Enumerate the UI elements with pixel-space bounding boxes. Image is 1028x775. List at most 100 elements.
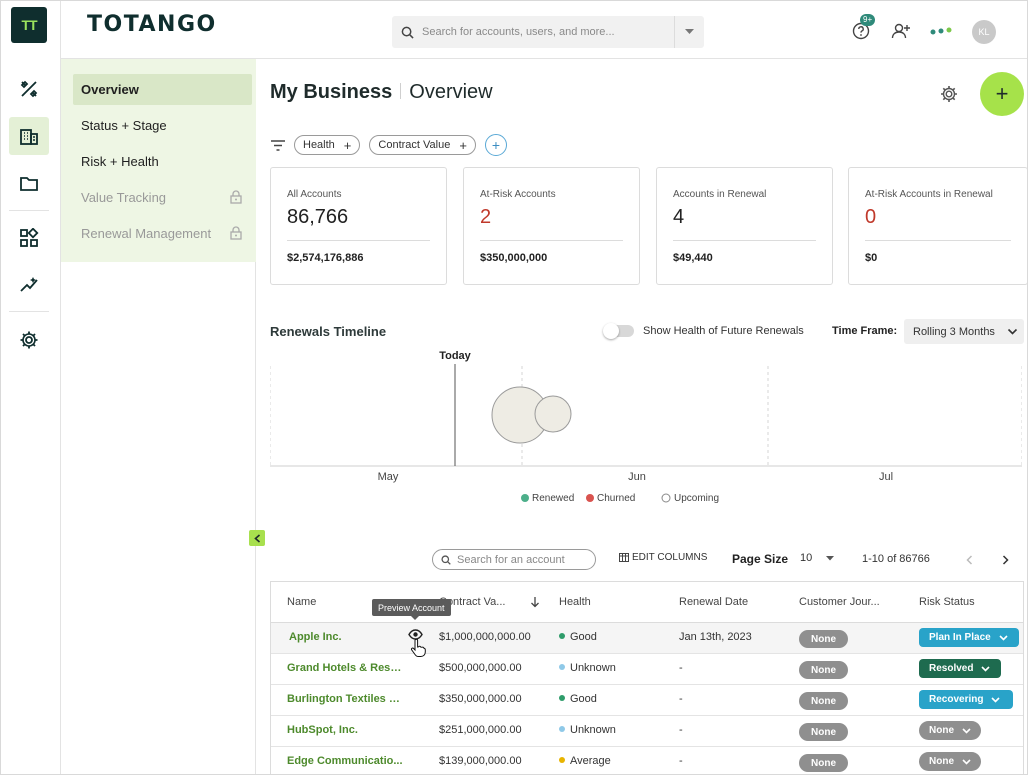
subnav-item-value-tracking[interactable]: Value Tracking [73, 182, 252, 213]
page-size-value: 10 [800, 552, 813, 564]
health-cell: Unknown [559, 724, 616, 736]
kpi-value: 0 [865, 206, 877, 228]
time-frame-select[interactable]: Rolling 3 Months [904, 319, 1024, 344]
legend-renewed-swatch [521, 494, 529, 502]
lock-icon [230, 190, 242, 204]
search-scope-dropdown[interactable] [674, 16, 704, 48]
column-header-name[interactable]: Name [287, 596, 316, 608]
subnav-item-renewal-management[interactable]: Renewal Management [73, 218, 252, 249]
health-dot [559, 757, 565, 763]
user-avatar[interactable]: KL [972, 20, 996, 44]
plus-icon: + [459, 137, 467, 153]
analytics-icon[interactable] [9, 266, 49, 304]
chevron-left-icon [965, 555, 972, 565]
tools-icon[interactable] [9, 70, 49, 108]
legend-churned-swatch [586, 494, 594, 502]
renewal-date-cell: - [679, 693, 683, 705]
column-header-risk-status[interactable]: Risk Status [919, 596, 975, 608]
time-frame-value: Rolling 3 Months [913, 325, 995, 338]
chevron-down-icon [685, 29, 694, 34]
customer-journey-pill: None [799, 754, 848, 772]
filter-chip-label: Health [303, 139, 335, 151]
app-logo[interactable]: TT [11, 7, 47, 43]
health-dot [559, 695, 565, 701]
risk-status-dropdown[interactable]: Resolved [919, 659, 1001, 678]
folder-icon[interactable] [9, 164, 49, 202]
health-label: Unknown [570, 724, 616, 736]
previous-page-button[interactable] [962, 553, 976, 567]
app-window: TT TOTANGO Search for accounts, users, a… [0, 0, 1028, 775]
global-search-input[interactable]: Search for accounts, users, and more... [392, 16, 704, 48]
renewal-date-cell: Jan 13th, 2023 [679, 631, 752, 643]
kpi-card-all-accounts[interactable]: All Accounts 86,766 $2,574,176,886 [270, 167, 447, 285]
upcoming-bubble[interactable] [534, 395, 572, 433]
edit-columns-label: EDIT COLUMNS [632, 552, 708, 563]
risk-status-dropdown[interactable]: None [919, 752, 981, 771]
risk-status-label: None [929, 756, 954, 767]
risk-status-dropdown[interactable]: None [919, 721, 981, 740]
account-name-link[interactable]: Apple Inc. [289, 631, 409, 643]
subnav-item-label: Overview [81, 82, 139, 97]
kpi-card-at-risk-in-renewal[interactable]: At-Risk Accounts in Renewal 0 $0 [848, 167, 1027, 285]
customer-journey-pill: None [799, 723, 848, 741]
toggle-knob [603, 323, 619, 339]
kpi-card-accounts-in-renewal[interactable]: Accounts in Renewal 4 $49,440 [656, 167, 833, 285]
health-cell: Average [559, 755, 611, 767]
page-settings-gear-icon[interactable] [939, 84, 959, 109]
kpi-value: 4 [673, 206, 685, 228]
renewal-date-cell: - [679, 724, 683, 736]
table-row[interactable]: Apple Inc. $1,000,000,000.00 Good Jan 13… [271, 623, 1023, 654]
subnav-item-overview[interactable]: Overview [73, 74, 252, 105]
next-page-button[interactable] [998, 553, 1012, 567]
plus-icon: + [343, 137, 352, 153]
status-dots-icon[interactable] [929, 19, 953, 43]
account-name-link[interactable]: Grand Hotels & Resor... [287, 662, 407, 674]
table-row[interactable]: HubSpot, Inc. $251,000,000.00 Unknown - … [271, 716, 1023, 747]
brand-logo[interactable]: TOTANGO [87, 12, 217, 37]
column-header-renewal-date[interactable]: Renewal Date [679, 596, 748, 608]
filter-icon[interactable] [271, 139, 285, 151]
edit-columns-button[interactable]: EDIT COLUMNS [619, 552, 707, 563]
column-header-customer-journey[interactable]: Customer Jour... [799, 596, 880, 608]
collapse-subnav-button[interactable] [249, 530, 265, 546]
kpi-card-at-risk-accounts[interactable]: At-Risk Accounts 2 $350,000,000 [463, 167, 640, 285]
today-label: Today [439, 350, 471, 362]
subnav-item-status-stage[interactable]: Status + Stage [73, 110, 252, 141]
subnav-item-risk-health[interactable]: Risk + Health [73, 146, 252, 177]
health-dot [559, 633, 565, 639]
preview-account-tooltip: Preview Account [372, 599, 451, 620]
account-name-link[interactable]: HubSpot, Inc. [287, 724, 407, 736]
column-header-health[interactable]: Health [559, 596, 591, 608]
page-size-label: Page Size [732, 552, 789, 566]
filter-chip-contract-value[interactable]: Contract Value + [369, 135, 476, 155]
create-new-button[interactable]: + [980, 72, 1024, 116]
page-size-select[interactable]: 10 [800, 552, 834, 564]
table-row[interactable]: Burlington Textiles Co... $350,000,000.0… [271, 685, 1023, 716]
filter-chip-label: Contract Value [378, 139, 451, 151]
account-name-link[interactable]: Burlington Textiles Co... [287, 693, 407, 705]
plus-icon: + [995, 81, 1009, 106]
account-name-link[interactable]: Edge Communicatio... [287, 755, 407, 767]
risk-status-label: Resolved [929, 663, 974, 674]
future-health-toggle[interactable] [603, 323, 634, 339]
future-health-toggle-label: Show Health of Future Renewals [643, 325, 804, 337]
table-row[interactable]: Edge Communicatio... $139,000,000.00 Ave… [271, 747, 1023, 774]
filter-chip-health[interactable]: Health + [294, 135, 361, 155]
chevron-down-icon [962, 727, 971, 734]
widgets-icon[interactable] [9, 219, 49, 257]
risk-status-dropdown[interactable]: Plan In Place [919, 628, 1019, 647]
buildings-icon[interactable] [9, 117, 49, 155]
sort-descending-icon[interactable] [530, 596, 540, 608]
account-search-input[interactable]: Search for an account [432, 549, 596, 570]
add-user-icon[interactable] [889, 19, 913, 43]
filter-bar: Health + Contract Value + + [271, 134, 507, 156]
legend-label: Renewed [532, 493, 574, 504]
table-row[interactable]: Grand Hotels & Resor... $500,000,000.00 … [271, 654, 1023, 685]
add-filter-button[interactable]: + [484, 134, 507, 156]
subnav-item-label: Renewal Management [81, 226, 212, 241]
settings-icon[interactable] [9, 321, 49, 359]
subnav-item-label: Risk + Health [81, 154, 159, 169]
risk-status-dropdown[interactable]: Recovering [919, 690, 1013, 709]
risk-status-label: Recovering [929, 694, 984, 705]
health-label: Good [570, 693, 597, 705]
